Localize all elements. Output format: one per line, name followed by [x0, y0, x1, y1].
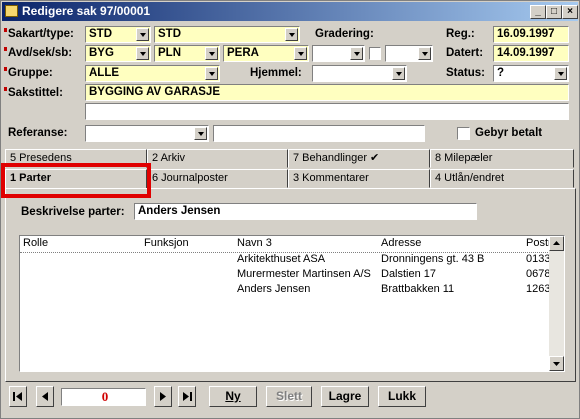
- tab-utlan-endret[interactable]: 4 Utlån/endret: [430, 169, 574, 188]
- chevron-down-icon[interactable]: [136, 47, 149, 60]
- next-record-button[interactable]: [154, 386, 172, 407]
- scroll-up-button[interactable]: [549, 236, 564, 251]
- chevron-down-icon[interactable]: [205, 67, 218, 80]
- cell-postnr: 1263: [526, 283, 551, 295]
- table-row[interactable]: Murermester Martinsen A/S Dalstien 17 06…: [20, 268, 551, 281]
- minimize-button[interactable]: _: [530, 5, 546, 19]
- type-select[interactable]: STD: [154, 26, 300, 43]
- chevron-down-icon[interactable]: [136, 28, 149, 41]
- cell-navn: Anders Jensen: [237, 283, 311, 295]
- gradering-label: Gradering:: [315, 28, 374, 40]
- window-title: Redigere sak 97/00001: [22, 4, 151, 18]
- close-button[interactable]: ×: [562, 5, 578, 19]
- sek-select[interactable]: PLN: [154, 45, 220, 62]
- cell-adresse: Dalstien 17: [381, 268, 437, 280]
- chevron-down-icon[interactable]: [418, 47, 431, 60]
- sakstittel-extra-field[interactable]: [85, 103, 569, 120]
- referanse-field[interactable]: [213, 125, 425, 142]
- avd-select[interactable]: BYG: [85, 45, 151, 62]
- beskrivelse-label: Beskrivelse parter:: [21, 206, 125, 218]
- sb-value: PERA: [227, 47, 259, 59]
- vertical-scrollbar[interactable]: [549, 236, 564, 371]
- maximize-button[interactable]: □: [546, 5, 562, 19]
- status-label: Status:: [446, 67, 485, 79]
- chevron-down-icon[interactable]: [194, 127, 207, 140]
- sakart-value: STD: [89, 28, 112, 40]
- sakstittel-field[interactable]: BYGGING AV GARASJE: [85, 84, 569, 101]
- tab-parter[interactable]: 1 Parter: [5, 169, 147, 189]
- tab-presedens[interactable]: 5 Presedens: [5, 149, 147, 168]
- arrow-up-icon: [553, 241, 560, 245]
- tab-arkiv[interactable]: 2 Arkiv: [147, 149, 288, 168]
- lukk-button[interactable]: Lukk: [378, 386, 426, 407]
- cell-postnr: 0678: [526, 268, 551, 280]
- tab-kommentarer[interactable]: 3 Kommentarer: [288, 169, 430, 188]
- table-row[interactable]: Anders Jensen Brattbakken 11 1263: [20, 283, 551, 296]
- datert-date-field[interactable]: 14.09.1997: [493, 45, 569, 62]
- referanse-label: Referanse:: [8, 127, 68, 139]
- scroll-down-button[interactable]: [549, 356, 564, 371]
- tab-milepaeler[interactable]: 8 Milepæler: [430, 149, 574, 168]
- status-value: ?: [497, 67, 505, 79]
- gebyr-label: Gebyr betalt: [475, 127, 543, 139]
- status-select[interactable]: ?: [493, 65, 569, 82]
- tab-journalposter[interactable]: 6 Journalposter: [147, 169, 288, 188]
- column-header-funksjon[interactable]: Funksjon: [144, 237, 189, 249]
- prev-icon: [42, 392, 48, 401]
- column-header-adresse[interactable]: Adresse: [381, 237, 421, 249]
- type-value: STD: [158, 28, 181, 40]
- ny-button[interactable]: Ny: [209, 386, 257, 407]
- chevron-down-icon[interactable]: [205, 47, 218, 60]
- hjemmel-label: Hjemmel:: [250, 67, 302, 79]
- cell-navn: Murermester Martinsen A/S: [237, 268, 371, 280]
- tab-behandlinger[interactable]: 7 Behandlinger ✔: [288, 149, 430, 168]
- sakstittel-label: Sakstittel:: [4, 87, 63, 99]
- sek-value: PLN: [158, 47, 181, 59]
- parter-list[interactable]: Rolle Funksjon Navn 3 Adresse Postnr. Ar…: [19, 235, 565, 372]
- last-record-button[interactable]: [178, 386, 196, 407]
- record-number-field[interactable]: 0: [61, 388, 146, 406]
- cell-navn: Arkitekthuset ASA: [237, 253, 326, 265]
- slett-button[interactable]: Slett: [266, 386, 312, 407]
- gradering-select-2[interactable]: [385, 45, 433, 62]
- arrow-down-icon: [553, 362, 560, 366]
- datert-label: Datert:: [446, 47, 484, 59]
- avd-value: BYG: [89, 47, 114, 59]
- avd-label: Avd/sek/sb:: [3, 47, 73, 59]
- column-header-navn[interactable]: Navn 3: [237, 237, 272, 249]
- sakart-label: Sakart/type:: [4, 28, 74, 40]
- gruppe-value: ALLE: [89, 67, 120, 79]
- reg-date-field[interactable]: 16.09.1997: [493, 26, 569, 43]
- gradering-checkbox[interactable]: [369, 47, 381, 60]
- beskrivelse-field[interactable]: Anders Jensen: [134, 203, 477, 220]
- gradering-select-1[interactable]: [312, 45, 365, 62]
- chevron-down-icon[interactable]: [554, 67, 567, 80]
- gruppe-select[interactable]: ALLE: [85, 65, 220, 82]
- sakart-select[interactable]: STD: [85, 26, 151, 43]
- sb-select[interactable]: PERA: [223, 45, 309, 62]
- window: Redigere sak 97/00001 _ □ × Sakart/type:…: [0, 0, 580, 419]
- cell-postnr: 0133: [526, 253, 551, 265]
- first-record-button[interactable]: [9, 386, 27, 407]
- cell-adresse: Dronningens gt. 43 B: [381, 253, 485, 265]
- chevron-down-icon[interactable]: [392, 67, 405, 80]
- first-icon: [13, 392, 22, 401]
- table-row[interactable]: Arkitekthuset ASA Dronningens gt. 43 B 0…: [20, 253, 551, 266]
- gebyr-checkbox[interactable]: [457, 127, 470, 140]
- lagre-button[interactable]: Lagre: [321, 386, 369, 407]
- cell-adresse: Brattbakken 11: [381, 283, 455, 295]
- folder-icon: [5, 5, 18, 17]
- chevron-down-icon[interactable]: [350, 47, 363, 60]
- last-icon: [183, 392, 192, 401]
- column-header-rolle[interactable]: Rolle: [23, 237, 48, 249]
- reg-label: Reg.:: [446, 28, 475, 40]
- chevron-down-icon[interactable]: [294, 47, 307, 60]
- chevron-down-icon[interactable]: [285, 28, 298, 41]
- hjemmel-select[interactable]: [312, 65, 407, 82]
- gruppe-label: Gruppe:: [4, 67, 53, 79]
- title-bar: Redigere sak 97/00001 _ □ ×: [2, 2, 578, 21]
- prev-record-button[interactable]: [36, 386, 54, 407]
- referanse-select[interactable]: [85, 125, 209, 142]
- next-icon: [160, 392, 166, 401]
